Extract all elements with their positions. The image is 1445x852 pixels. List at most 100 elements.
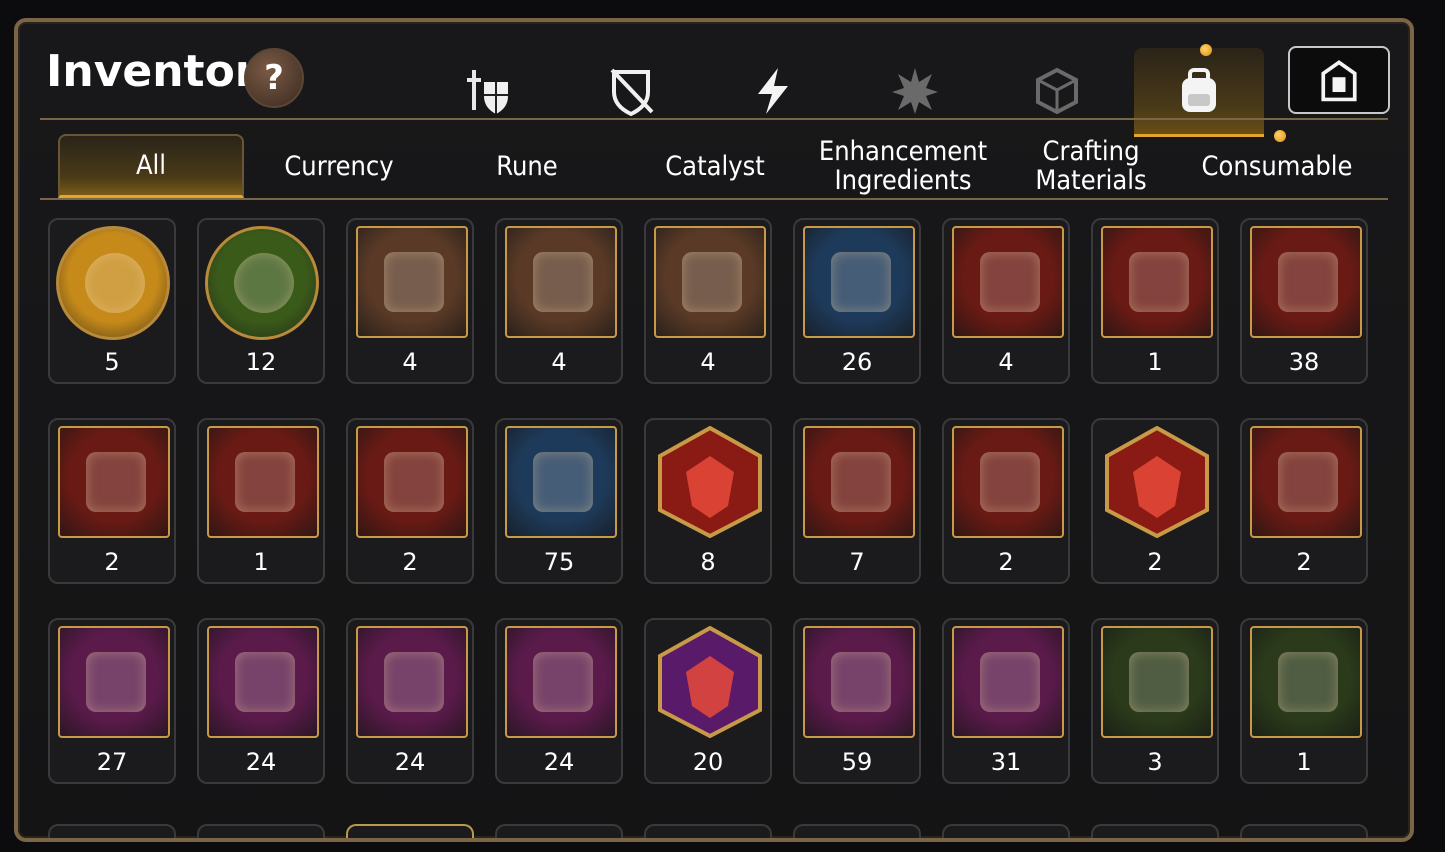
item-count: 4: [998, 348, 1014, 376]
item-slot[interactable]: 2: [1240, 418, 1368, 584]
red-potion-icon: [952, 226, 1064, 338]
subtab-divider: [40, 198, 1388, 200]
blue-chest-icon: [58, 426, 170, 538]
item-count: 2: [1147, 548, 1163, 576]
tab-disabled-gear[interactable]: [566, 48, 696, 134]
subtab-consumable[interactable]: Consumable: [1184, 134, 1370, 198]
item-slot[interactable]: 2: [1091, 418, 1219, 584]
item-slot[interactable]: 1: [1091, 218, 1219, 384]
tab-skill[interactable]: [708, 48, 838, 134]
item-slot[interactable]: 24: [197, 618, 325, 784]
sword-rune-icon: [58, 626, 170, 738]
item-slot[interactable]: 4: [495, 218, 623, 384]
chick-coin-icon: [56, 226, 170, 340]
item-count: 12: [245, 348, 277, 376]
header-divider: [40, 118, 1388, 120]
subtab-currency[interactable]: Currency: [246, 134, 432, 198]
red-hammer-stone-icon: [803, 426, 915, 538]
lightning-icon: [758, 68, 788, 114]
item-slot[interactable]: 2: [346, 418, 474, 584]
item-slot[interactable]: 38: [1240, 218, 1368, 384]
red-sparkle-stone-icon: [654, 426, 766, 538]
subtab-rune[interactable]: Rune: [434, 134, 620, 198]
item-slot[interactable]: 1: [1240, 618, 1368, 784]
item-slot-partial[interactable]: [346, 824, 474, 838]
item-count: 2: [1296, 548, 1312, 576]
item-slot-partial[interactable]: [48, 824, 176, 838]
item-slot[interactable]: 2: [48, 418, 176, 584]
item-slot-partial[interactable]: [644, 824, 772, 838]
help-button[interactable]: ?: [244, 48, 304, 108]
cube-icon: [1036, 67, 1078, 115]
bar-rune-icon: [952, 626, 1064, 738]
item-count: 20: [692, 748, 724, 776]
castle-icon: [1321, 60, 1357, 102]
tab-burst[interactable]: [850, 48, 980, 134]
subtab-crafting-materials[interactable]: Crafting Materials: [998, 134, 1184, 198]
item-count: 4: [402, 348, 418, 376]
item-slot[interactable]: 5: [48, 218, 176, 384]
red-bar-stone-icon: [952, 426, 1064, 538]
item-slot[interactable]: 59: [793, 618, 921, 784]
item-slot-partial[interactable]: [942, 824, 1070, 838]
tab-equipment[interactable]: [424, 48, 554, 134]
steel-cube-icon: [505, 426, 617, 538]
item-slot[interactable]: 24: [495, 618, 623, 784]
item-count: 2: [402, 548, 418, 576]
item-count: 59: [841, 748, 873, 776]
gold-crystal-icon: [803, 226, 915, 338]
subtab-all[interactable]: All: [58, 134, 244, 198]
item-count: 27: [96, 748, 128, 776]
crossed-shield-icon: [610, 68, 654, 117]
black-chest-icon: [356, 426, 468, 538]
subtab-catalyst[interactable]: Catalyst: [622, 134, 808, 198]
item-slot[interactable]: 4: [346, 218, 474, 384]
item-count: 2: [104, 548, 120, 576]
item-slot[interactable]: 8: [644, 418, 772, 584]
item-slot[interactable]: 4: [942, 218, 1070, 384]
item-slot[interactable]: 75: [495, 418, 623, 584]
item-slot[interactable]: 12: [197, 218, 325, 384]
item-count: 1: [1147, 348, 1163, 376]
tab-cube[interactable]: [992, 48, 1122, 134]
item-slot-partial[interactable]: [197, 824, 325, 838]
notification-dot: [1200, 44, 1212, 56]
item-slot[interactable]: 27: [48, 618, 176, 784]
item-slot-partial[interactable]: [1091, 824, 1219, 838]
boot-rune-icon: [505, 626, 617, 738]
item-slot[interactable]: 31: [942, 618, 1070, 784]
item-slot[interactable]: 1: [197, 418, 325, 584]
item-slot[interactable]: 26: [793, 218, 921, 384]
silver-chest-icon: [1250, 226, 1362, 338]
tab-bag[interactable]: [1134, 48, 1264, 137]
item-slot-partial[interactable]: [793, 824, 921, 838]
item-slot[interactable]: 3: [1091, 618, 1219, 784]
item-count: 8: [700, 548, 716, 576]
item-count: 24: [245, 748, 277, 776]
item-slot[interactable]: 4: [644, 218, 772, 384]
notification-dot: [1274, 130, 1286, 142]
item-slot-partial[interactable]: [1240, 824, 1368, 838]
sparkle-rune-icon: [654, 626, 766, 738]
black-chest-icon: [207, 426, 319, 538]
star-wand-icon: [1101, 226, 1213, 338]
item-count: 38: [1288, 348, 1320, 376]
guild-storage-button[interactable]: [1288, 46, 1390, 114]
chick-coin-green-icon: [205, 226, 319, 340]
item-count: 75: [543, 548, 575, 576]
item-slot[interactable]: 7: [793, 418, 921, 584]
item-slot[interactable]: 2: [942, 418, 1070, 584]
inventory-panel: Inventory ? All Currency Rune Catalyst E…: [14, 18, 1414, 842]
item-count: 3: [1147, 748, 1163, 776]
item-slot[interactable]: 24: [346, 618, 474, 784]
stone-spiral-rune-icon: [1250, 626, 1362, 738]
spiral-rune-icon: [207, 626, 319, 738]
item-count: 7: [849, 548, 865, 576]
item-count: 24: [543, 748, 575, 776]
item-slot[interactable]: 20: [644, 618, 772, 784]
item-slot-partial[interactable]: [495, 824, 623, 838]
subtab-enhancement-ingredients[interactable]: Enhancement Ingredients: [810, 134, 996, 198]
rainbow-scroll-icon: [505, 226, 617, 338]
stone-sword-rune-icon: [1101, 626, 1213, 738]
item-count: 24: [394, 748, 426, 776]
